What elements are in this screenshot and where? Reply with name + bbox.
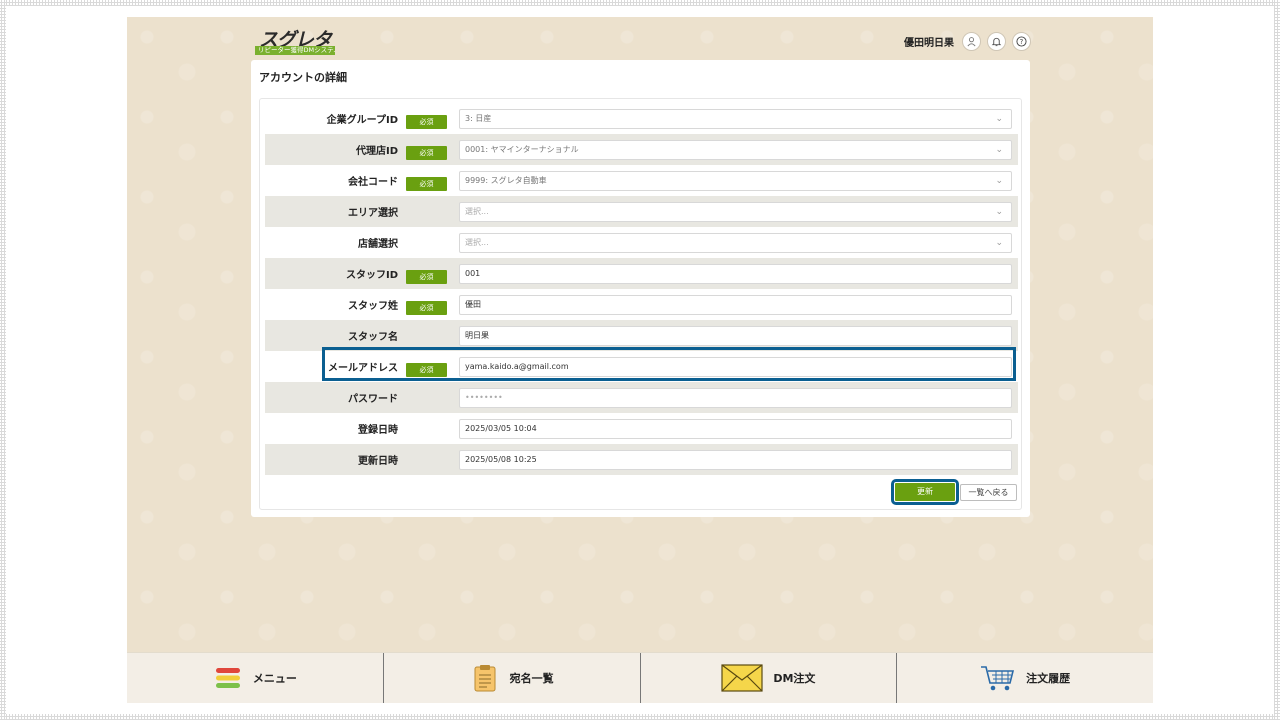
bell-icon[interactable] [987,31,1006,51]
user-area: 優田明日果 ? [904,31,1031,51]
nav-item-order-history[interactable]: 注文履歴 [896,653,1153,703]
chevron-down-icon: ⌄ [995,144,1003,155]
email-highlight-box [322,347,1016,381]
field-label: 更新日時 [358,456,398,467]
field-label: 登録日時 [358,425,398,436]
chevron-down-icon: ⌄ [995,175,1003,186]
nav-label: DM注文 [773,672,816,685]
account-form: 企業グループID 必須 3: 日産 ⌄ 代理店ID 必須 0001: ヤマインター… [259,98,1022,510]
logo-sub-text: リピーター獲得DMシステム [255,46,335,55]
field-label: スタッフ姓 [348,301,398,312]
field-label: スタッフ名 [348,332,398,343]
nav-item-address-list[interactable]: 宛名一覧 [382,653,640,703]
field-label: 企業グループID [326,115,398,126]
page-title: アカウントの詳細 [259,71,347,84]
form-row-staff-last-name: スタッフ姓 必須 優田 [265,289,1018,320]
shopping-cart-icon [980,663,1016,693]
store-select[interactable]: 選択... ⌄ [459,232,1012,253]
form-row-staff-id: スタッフID 必須 001 [265,258,1018,289]
form-row-registered-at: 登録日時 2025/03/05 10:04 [265,413,1018,444]
nav-item-dm-order[interactable]: DM注文 [639,653,897,703]
bottom-nav: メニュー 宛名一覧 DM注文 注文履歴 [127,652,1153,703]
field-label: 会社コード [348,177,398,188]
nav-label: メニュー [252,672,297,685]
field-label: 代理店ID [355,146,398,157]
company-code-select[interactable]: 9999: スグレタ自動車 ⌄ [459,170,1012,191]
nav-label: 注文履歴 [1026,672,1071,685]
staff-first-name-input[interactable]: 明日果 [459,325,1012,346]
menu-icon [213,663,243,693]
chevron-down-icon: ⌄ [995,237,1003,248]
back-to-list-button[interactable]: 一覧へ戻る [960,484,1017,501]
password-field[interactable]: •••••••• [459,387,1012,408]
form-row-company-group-id: 企業グループID 必須 3: 日産 ⌄ [265,103,1018,134]
required-badge: 必須 [406,269,447,284]
svg-text:?: ? [1020,37,1024,45]
update-button[interactable]: 更新 [891,479,959,505]
updated-at-field: 2025/05/08 10:25 [459,449,1012,470]
form-row-area-select: エリア選択 選択... ⌄ [265,196,1018,227]
chevron-down-icon: ⌄ [995,113,1003,124]
staff-id-input[interactable]: 001 [459,263,1012,284]
field-label: パスワード [348,394,398,405]
help-icon[interactable]: ? [1012,31,1031,51]
user-icon[interactable] [962,31,981,51]
required-badge: 必須 [406,300,447,315]
app-logo[interactable]: スグレタ リピーター獲得DMシステム [255,25,335,57]
agency-select[interactable]: 0001: ヤマインターナショナル ⌄ [459,139,1012,160]
field-label: エリア選択 [348,208,398,219]
form-row-store-select: 店舗選択 選択... ⌄ [265,227,1018,258]
field-label: 店舗選択 [358,239,398,250]
chevron-down-icon: ⌄ [995,206,1003,217]
registered-at-field: 2025/03/05 10:04 [459,418,1012,439]
user-name: 優田明日果 [904,37,954,49]
area-select[interactable]: 選択... ⌄ [459,201,1012,222]
required-badge: 必須 [406,145,447,160]
form-row-company-code: 会社コード 必須 9999: スグレタ自動車 ⌄ [265,165,1018,196]
form-row-password: パスワード •••••••• [265,382,1018,413]
form-row-updated-at: 更新日時 2025/05/08 10:25 [265,444,1018,475]
clipboard-icon [470,663,500,693]
form-row-agency-id: 代理店ID 必須 0001: ヤマインターナショナル ⌄ [265,134,1018,165]
envelope-icon [721,663,763,693]
company-group-select[interactable]: 3: 日産 ⌄ [459,108,1012,129]
account-detail-card: アカウントの詳細 企業グループID 必須 3: 日産 ⌄ 代理店ID 必須 000… [251,60,1030,517]
nav-label: 宛名一覧 [509,672,554,685]
staff-last-name-input[interactable]: 優田 [459,294,1012,315]
required-badge: 必須 [406,114,447,129]
nav-item-menu[interactable]: メニュー [127,653,383,703]
required-badge: 必須 [406,176,447,191]
field-label: スタッフID [345,270,398,281]
app-window: スグレタ リピーター獲得DMシステム 優田明日果 ? アカウントの詳細 企業グル… [127,17,1153,703]
